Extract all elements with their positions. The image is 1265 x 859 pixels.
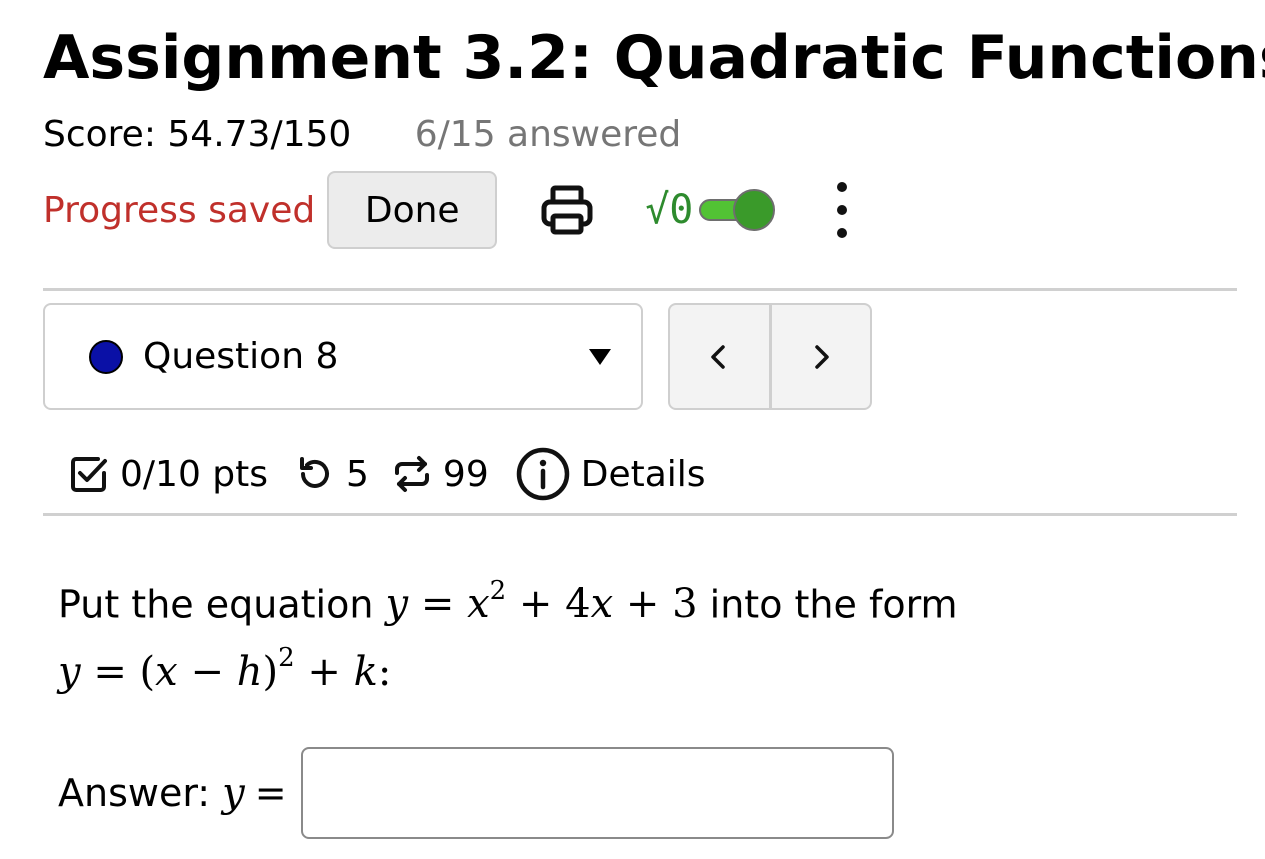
caret-down-icon — [589, 348, 611, 365]
action-bar: Progress saved Done √0 — [43, 170, 849, 250]
question-prompt: Put the equation y = x2 + 4x + 3 into th… — [58, 566, 958, 701]
done-button[interactable]: Done — [327, 171, 498, 249]
prompt-prefix: Put the equation — [58, 582, 374, 627]
question-status-dot — [89, 339, 123, 374]
printer-icon[interactable] — [539, 182, 595, 238]
progress-status: Progress saved — [43, 189, 316, 231]
math-display-toggle[interactable]: √0 — [645, 189, 777, 231]
answer-variable: y — [222, 770, 245, 816]
question-nav-buttons — [668, 303, 872, 410]
question-selector-label: Question 8 — [143, 336, 339, 377]
chevron-right-icon — [815, 344, 829, 369]
answer-input[interactable] — [300, 747, 894, 839]
more-vertical-icon[interactable] — [835, 182, 849, 238]
chevron-left-icon — [711, 344, 725, 369]
sqrt-icon: √0 — [645, 187, 694, 233]
equation: y = x2 + 4x + 3 — [385, 576, 698, 628]
toggle-switch[interactable] — [697, 189, 777, 231]
toggle-knob — [733, 189, 776, 231]
score-text: Score: 54.73/150 — [43, 114, 352, 155]
kebab-dot — [837, 182, 848, 192]
score-summary: Score: 54.73/150 6/15 answered — [43, 112, 681, 158]
question-selector[interactable]: Question 8 — [43, 303, 643, 410]
page-title: Assignment 3.2: Quadratic Functions — [43, 23, 1265, 93]
details-link[interactable]: Details — [581, 454, 706, 495]
repeat-icon — [394, 456, 429, 492]
question-meta: 0/10 pts 5 99 Details — [68, 436, 706, 512]
next-question-button[interactable] — [772, 305, 871, 408]
checkbox-icon — [71, 457, 107, 492]
prompt-line-2: y = (x − h)2 + k: — [58, 633, 958, 700]
kebab-dot — [837, 228, 848, 238]
versions-count: 99 — [442, 453, 489, 495]
kebab-dot — [837, 205, 848, 215]
points-text: 0/10 pts — [120, 453, 269, 495]
answer-label: Answer: — [58, 771, 211, 815]
answer-row: Answer: y = — [58, 747, 894, 839]
divider — [43, 513, 1237, 516]
answer-equals: = — [254, 771, 287, 815]
divider — [43, 288, 1237, 291]
answered-count: 6/15 answered — [414, 114, 682, 155]
retries-count: 5 — [346, 453, 369, 495]
target-form: y = (x − h)2 + k: — [58, 643, 392, 695]
undo-icon — [300, 457, 329, 488]
prompt-line-1: Put the equation y = x2 + 4x + 3 into th… — [58, 566, 958, 633]
info-icon[interactable] — [515, 446, 571, 502]
prompt-suffix: into the form — [709, 582, 958, 627]
previous-question-button[interactable] — [670, 305, 772, 408]
assignment-page: Assignment 3.2: Quadratic Functions Scor… — [0, 0, 1265, 859]
